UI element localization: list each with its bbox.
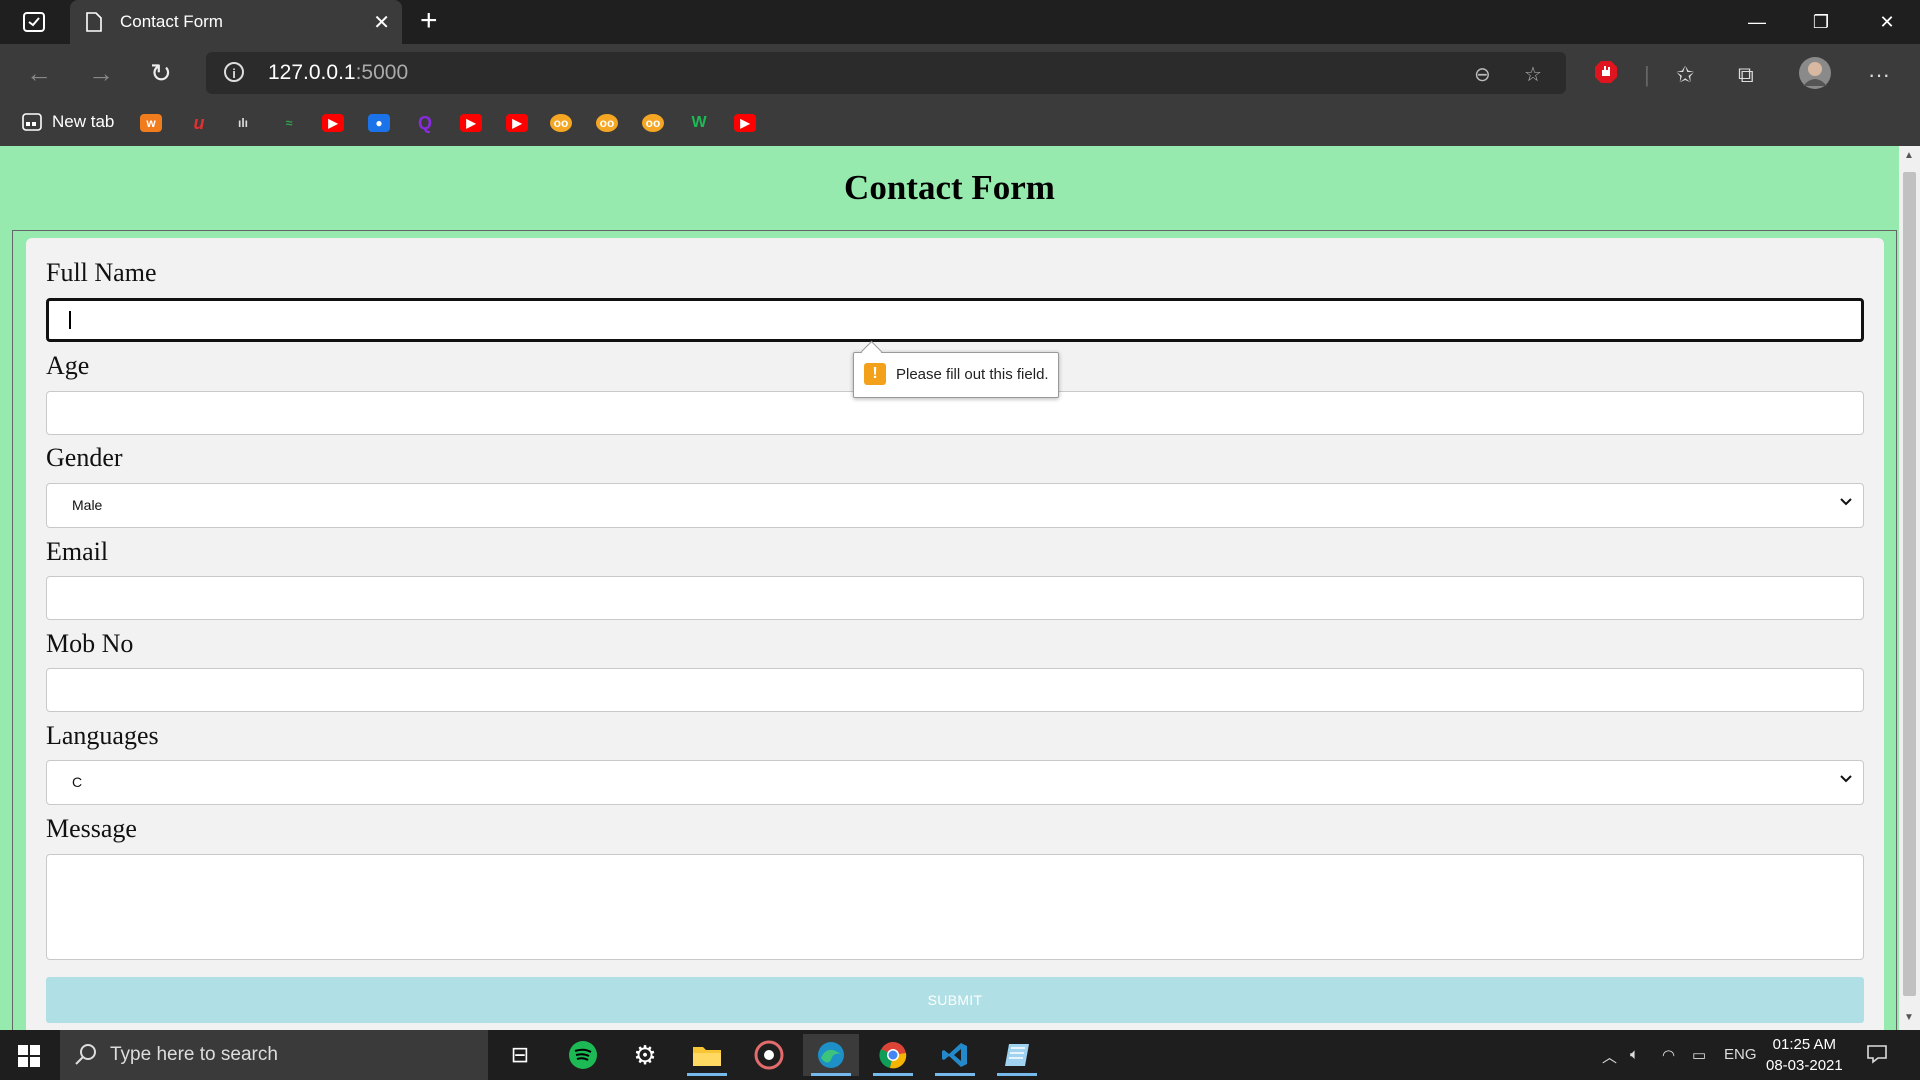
chevron-up-icon[interactable]: ︿ [1602, 1046, 1617, 1067]
page-scrollbar[interactable]: ▲ ▼ [1899, 146, 1920, 1030]
settings-gear-icon[interactable]: ⚙ [617, 1034, 673, 1076]
profile-avatar[interactable] [1798, 56, 1832, 96]
full-name-label: Full Name [46, 258, 157, 287]
media-player-icon[interactable] [741, 1034, 797, 1076]
gender-select[interactable]: Male [46, 483, 1864, 528]
forward-button[interactable]: → [88, 60, 114, 86]
full-name-input[interactable] [46, 298, 1864, 342]
validation-message: Please fill out this field. [896, 366, 1049, 383]
submit-button[interactable]: SUBMIT [46, 977, 1864, 1023]
scroll-up-icon[interactable]: ▲ [1904, 150, 1914, 161]
collections-icon[interactable]: ⧉ [1738, 62, 1754, 88]
input-language[interactable]: ENG [1724, 1046, 1757, 1063]
chrome-icon[interactable] [865, 1034, 921, 1076]
new-tab-bookmark-icon [22, 113, 42, 131]
chevron-down-icon [1839, 771, 1853, 789]
bookmark-new-tab[interactable]: New tab [22, 112, 114, 132]
languages-label: Languages [46, 721, 159, 750]
search-placeholder: Type here to search [110, 1044, 278, 1065]
add-favorite-icon[interactable]: ☆ [1524, 62, 1542, 87]
restore-button[interactable]: ❐ [1790, 0, 1852, 44]
spotify-icon[interactable] [555, 1034, 611, 1076]
address-bar[interactable]: i 127.0.0.1:5000 ⊖ ☆ [206, 52, 1566, 94]
taskbar-search-box[interactable]: Type here to search [60, 1030, 488, 1080]
browser-tab-active[interactable]: Contact Form ✕ [70, 0, 402, 44]
validation-tooltip: ! Please fill out this field. [853, 352, 1059, 398]
chevron-down-icon [1839, 494, 1853, 512]
minimize-button[interactable]: — [1726, 0, 1788, 44]
more-menu-icon[interactable]: ··· [1868, 62, 1890, 88]
mobile-input[interactable] [46, 668, 1864, 712]
bookmarks-bar: New tab w u ılı ≈ ▶ ● Q ▶ ▶ oo oo oo W ▶ [0, 102, 1920, 146]
close-tab-icon[interactable]: ✕ [373, 10, 390, 35]
email-input[interactable] [46, 576, 1864, 620]
url-text: 127.0.0.1:5000 [268, 61, 409, 84]
adblock-extension-icon[interactable] [1594, 60, 1618, 90]
notifications-icon[interactable] [1866, 1043, 1888, 1069]
mobile-label: Mob No [46, 629, 134, 658]
wifi-icon[interactable]: ◠ [1662, 1046, 1675, 1064]
languages-select[interactable]: C [46, 760, 1864, 805]
refresh-button[interactable]: ↻ [150, 60, 172, 86]
message-label: Message [46, 814, 137, 843]
bookmark-youtube-icon[interactable]: ▶ [734, 114, 756, 132]
bookmark-udemy-icon[interactable]: u [188, 113, 210, 133]
message-textarea[interactable] [46, 854, 1864, 960]
bookmark-youtube-icon[interactable]: ▶ [322, 114, 344, 132]
file-explorer-icon[interactable] [679, 1034, 735, 1076]
gender-selected-value: Male [72, 497, 103, 513]
clock-time: 01:25 AM [1772, 1036, 1837, 1053]
bookmark-4-icon[interactable]: ≈ [278, 114, 300, 132]
age-label: Age [46, 351, 90, 380]
windows-taskbar: Type here to search ⊟ ⚙ ︿ 🔈︎ ◠ ▭ ENG 01:… [0, 1030, 1920, 1080]
favorites-icon[interactable]: ✩ [1676, 62, 1694, 88]
bookmark-circle-icon[interactable]: oo [596, 114, 618, 132]
notes-app-icon[interactable] [989, 1034, 1045, 1076]
vscode-icon[interactable] [927, 1034, 983, 1076]
volume-icon[interactable]: 🔈︎ [1630, 1046, 1639, 1063]
search-icon [74, 1042, 98, 1071]
task-view-icon[interactable]: ⊟ [492, 1034, 548, 1076]
bookmark-youtube-icon[interactable]: ▶ [460, 114, 482, 132]
system-clock[interactable]: 01:25 AM 08-03-2021 [1766, 1034, 1843, 1076]
tab-actions-icon[interactable] [14, 8, 54, 36]
gender-label: Gender [46, 443, 123, 472]
new-tab-button[interactable]: + [420, 6, 438, 36]
tab-title: Contact Form [120, 12, 223, 31]
edge-browser-icon[interactable] [803, 1034, 859, 1076]
bookmark-w-icon[interactable]: W [688, 114, 710, 132]
close-window-button[interactable]: ✕ [1856, 0, 1918, 44]
bookmark-circle-icon[interactable]: oo [642, 114, 664, 132]
browser-tab-bar: Contact Form ✕ + — ❐ ✕ [0, 0, 1920, 44]
address-toolbar: ← → ↻ i 127.0.0.1:5000 ⊖ ☆ | ✩ ⧉ ··· [0, 44, 1920, 102]
scroll-down-icon[interactable]: ▼ [1904, 1012, 1914, 1023]
page-icon [86, 12, 102, 37]
scroll-thumb[interactable] [1903, 172, 1916, 996]
battery-icon[interactable]: ▭ [1692, 1046, 1706, 1064]
zoom-icon[interactable]: ⊖ [1474, 62, 1491, 87]
bookmark-contacts-icon[interactable]: ● [368, 114, 390, 132]
bookmark-3-icon[interactable]: ılı [232, 114, 254, 132]
bookmark-q-icon[interactable]: Q [414, 113, 436, 133]
warning-icon: ! [864, 363, 886, 385]
windows-start-icon[interactable] [18, 1045, 40, 1072]
page-title: Contact Form [844, 168, 1055, 207]
text-caret [69, 311, 71, 329]
bookmark-new-tab-label: New tab [52, 112, 115, 131]
site-info-icon[interactable]: i [224, 62, 244, 82]
bookmark-circle-icon[interactable]: oo [550, 114, 572, 132]
languages-selected-value: C [72, 774, 83, 790]
back-button[interactable]: ← [26, 60, 52, 86]
toolbar-divider: | [1644, 62, 1650, 87]
bookmark-youtube-icon[interactable]: ▶ [506, 114, 528, 132]
clock-date: 08-03-2021 [1766, 1057, 1843, 1074]
email-label: Email [46, 537, 109, 566]
bookmark-1-icon[interactable]: w [140, 114, 162, 132]
